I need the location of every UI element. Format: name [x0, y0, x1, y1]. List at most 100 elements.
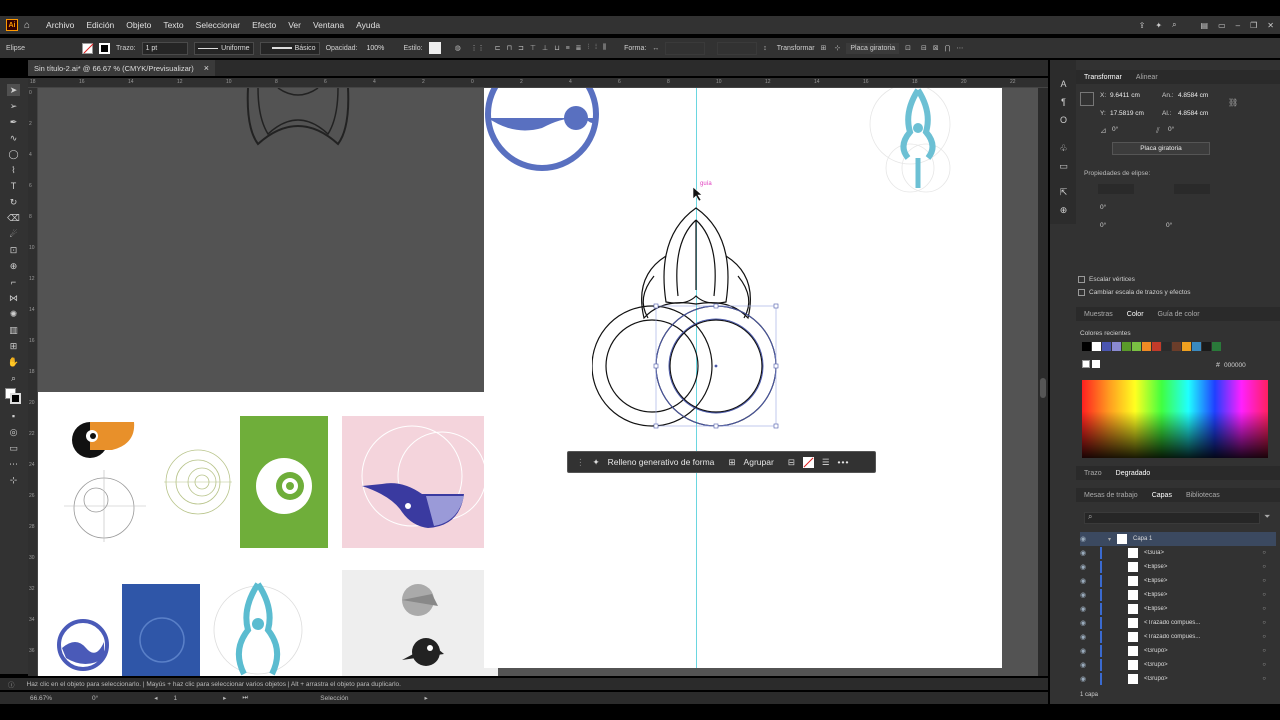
ellipse-tool-icon[interactable]: ◯ [7, 148, 20, 160]
flame-logo-preview[interactable] [868, 88, 968, 196]
menu-texto[interactable]: Texto [163, 20, 183, 30]
color-spectrum[interactable] [1082, 380, 1268, 458]
group-button[interactable]: Agrupar [744, 457, 774, 467]
flame-logo-reference[interactable] [208, 580, 308, 676]
layer-item-name[interactable]: <Guía> [1144, 550, 1262, 556]
visibility-eye-icon[interactable]: ◉ [1080, 563, 1090, 571]
menu-ventana[interactable]: Ventana [313, 20, 344, 30]
target-circle-icon[interactable]: ○ [1262, 676, 1266, 682]
target-circle-icon[interactable]: ○ [1262, 662, 1266, 668]
recent-color-swatch[interactable] [1122, 342, 1131, 351]
variable-width-select[interactable]: Uniforme [193, 41, 254, 55]
symbol-sprayer-tool-icon[interactable]: ✺ [7, 308, 20, 320]
layer-item-row[interactable]: ◉ <Trazado compues... ○ [1080, 616, 1276, 630]
pin-label[interactable]: Placa giratoria [846, 42, 900, 54]
ellipse-height-input[interactable] [1174, 184, 1210, 194]
zoom-level[interactable]: 66.67% [30, 695, 52, 702]
hex-input[interactable]: 000000 [1224, 362, 1246, 369]
canvas-area[interactable]: guía [38, 88, 1048, 676]
recent-color-swatch[interactable] [1192, 342, 1201, 351]
visibility-eye-icon[interactable]: ◉ [1080, 647, 1090, 655]
recent-color-swatch[interactable] [1202, 342, 1211, 351]
close-icon[interactable]: ✕ [1267, 21, 1274, 30]
constrain-icon[interactable]: ⛓ [1228, 98, 1238, 107]
search-icon[interactable]: ⌕ [1172, 20, 1176, 30]
distribute4-icon[interactable]: ⦙ [595, 44, 597, 52]
recent-color-swatch[interactable] [1152, 342, 1161, 351]
target-circle-icon[interactable]: ○ [1262, 592, 1266, 598]
zoom-tool-icon[interactable]: ⌕ [7, 372, 20, 384]
align-panel-icon[interactable]: ⊟ [921, 44, 927, 52]
menu-efecto[interactable]: Efecto [252, 20, 276, 30]
fill-stroke-indicator[interactable] [5, 388, 21, 404]
visibility-eye-icon[interactable]: ◉ [1080, 549, 1090, 557]
shape-builder-tool-icon[interactable]: ⊕ [7, 260, 20, 272]
tab-trazo[interactable]: Trazo [1084, 470, 1102, 477]
layer-item-name[interactable]: <Trazado compues... [1144, 620, 1262, 626]
layer-item-name[interactable]: <Grupo> [1144, 662, 1262, 668]
corner-angle-value[interactable]: 0° [1166, 222, 1172, 229]
tab-degradado[interactable]: Degradado [1116, 470, 1151, 477]
layer-item-name[interactable]: <Trazado compues... [1144, 634, 1262, 640]
eraser-tool-icon[interactable]: ⌫ [7, 212, 20, 224]
bird-outline-artwork[interactable] [238, 88, 358, 152]
fill-stroke-mini[interactable] [1082, 360, 1102, 370]
layer-item-row[interactable]: ◉ <Elipse> ○ [1080, 588, 1276, 602]
recent-color-swatch[interactable] [1142, 342, 1151, 351]
restore-icon[interactable]: ❐ [1250, 21, 1257, 30]
menu-archivo[interactable]: Archivo [46, 20, 74, 30]
drag-handle-icon[interactable]: ⋮ [576, 457, 585, 468]
menu-ayuda[interactable]: Ayuda [356, 20, 380, 30]
visibility-eye-icon[interactable]: ◉ [1080, 661, 1090, 669]
stroke-weight-input[interactable]: 1 pt [141, 41, 188, 55]
edit-toolbar-icon[interactable]: ⊹ [7, 474, 20, 486]
distribute3-icon[interactable]: ⫶ [588, 44, 590, 52]
scale-corners-row[interactable]: Escalar vértices [1078, 276, 1276, 283]
y-value[interactable]: 17.5819 cm [1110, 110, 1144, 117]
transform-label[interactable]: Transformar [777, 45, 815, 52]
layer-item-row[interactable]: ◉ <Grupo> ○ [1080, 658, 1276, 672]
tab-bibliotecas[interactable]: Bibliotecas [1186, 492, 1220, 499]
blue-whale-logo[interactable] [56, 618, 110, 672]
color-mode-icon[interactable]: ▪ [7, 410, 20, 422]
group-icon[interactable]: ⊞ [728, 457, 735, 468]
visibility-eye-icon[interactable]: ◉ [1080, 619, 1090, 627]
more-tools-icon[interactable]: ⋯ [7, 458, 20, 470]
warp-tool-icon[interactable]: ☄ [7, 228, 20, 240]
tab-transformar[interactable]: Transformar [1084, 74, 1122, 81]
layer-name[interactable]: Capa 1 [1133, 536, 1152, 542]
rotate-angle-value[interactable]: 0° [1112, 126, 1118, 133]
layer-item-row[interactable]: ◉ <Guía> ○ [1080, 546, 1276, 560]
brush-select[interactable]: Básico [259, 41, 320, 55]
tab-muestras[interactable]: Muestras [1084, 311, 1113, 318]
target-circle-icon[interactable]: ○ [1262, 578, 1266, 584]
rotation-view[interactable]: 0° [92, 695, 98, 702]
eyedropper-tool-icon[interactable]: ⌐ [7, 276, 20, 288]
bird-grey-logo[interactable] [388, 580, 452, 676]
recent-color-swatch[interactable] [1082, 342, 1091, 351]
free-transform-tool-icon[interactable]: ⊡ [7, 244, 20, 256]
blue-card-logo[interactable] [122, 584, 200, 676]
menu-objeto[interactable]: Objeto [126, 20, 151, 30]
links-panel-icon[interactable]: ⊕ [1057, 204, 1070, 216]
artboard-tool-icon[interactable]: ⊞ [7, 340, 20, 352]
transform-options-icon[interactable]: ⊞ [821, 44, 827, 52]
pie-end-value[interactable]: 0° [1100, 222, 1106, 229]
visibility-eye-icon[interactable]: ◉ [1080, 577, 1090, 585]
whale-logo[interactable] [342, 416, 498, 548]
distribute2-icon[interactable]: ≣ [576, 44, 582, 52]
document-tab[interactable]: Sin título-2.ai* @ 66.67 % (CMYK/Previsu… [28, 60, 216, 76]
distribute5-icon[interactable]: ⫼ [603, 44, 606, 52]
height-value[interactable]: 4.8584 cm [1178, 110, 1208, 117]
reference-point-icon[interactable] [1080, 92, 1094, 106]
align-hcenter-icon[interactable]: ⊓ [507, 44, 512, 52]
symbols-panel-icon[interactable]: ▭ [1057, 160, 1070, 172]
align-left-icon[interactable]: ⊏ [495, 44, 501, 52]
glyph-panel-icon[interactable]: O [1057, 114, 1070, 126]
construction-drawing[interactable] [592, 206, 792, 434]
target-circle-icon[interactable]: ○ [1262, 634, 1266, 640]
selection-tool-icon[interactable]: ➤ [7, 84, 20, 96]
chameleon-sketch[interactable] [164, 448, 232, 516]
no-fill-icon[interactable] [802, 456, 814, 468]
layer-item-row[interactable]: ◉ <Grupo> ○ [1080, 644, 1276, 658]
